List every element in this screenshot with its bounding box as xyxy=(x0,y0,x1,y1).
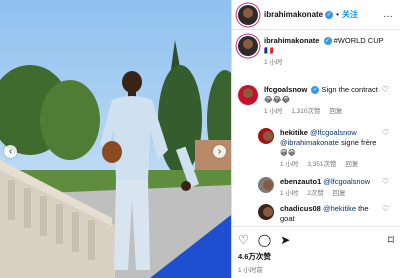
caption-username[interactable]: ibrahimakonate xyxy=(264,36,319,45)
send-icon[interactable]: ➤ xyxy=(280,233,290,247)
reply-mention[interactable]: @hekitike xyxy=(323,204,356,213)
comment-text: Sign the contract xyxy=(321,85,378,94)
verified-badge-icon: ✓ xyxy=(323,37,332,46)
action-bar: ♡ ◯ ➤ ⌑ xyxy=(232,227,400,247)
reply-button[interactable]: 回复 xyxy=(333,190,346,197)
comment-item: lfcgoalsnow ✓ Sign the contract 😂😂😂 1 小时… xyxy=(238,85,395,117)
reply-username[interactable]: chadicus08 xyxy=(280,204,321,213)
carousel-next-button[interactable]: › xyxy=(213,145,226,158)
heart-icon[interactable]: ♡ xyxy=(238,233,249,247)
reply-avatar[interactable] xyxy=(258,204,274,220)
reply-item: chadicus08 @hekitike the goat ♡ xyxy=(258,204,395,224)
reply-item: ebenzauto1 @lfcgoalsnow 1 小时 2次赞 回复 ♡ xyxy=(258,177,395,199)
post-time: 1 小时前 xyxy=(238,267,263,274)
header-separator: • xyxy=(336,10,339,19)
photo-illustration xyxy=(0,0,231,278)
reply-like-heart-icon[interactable]: ♡ xyxy=(382,177,389,186)
verified-badge-icon: ✓ xyxy=(311,86,320,95)
bookmark-icon[interactable]: ⌑ xyxy=(388,233,394,247)
commenter-avatar[interactable] xyxy=(238,85,258,105)
reply-text: signe frère xyxy=(341,138,377,147)
reply-time: 1 小时 xyxy=(280,161,299,168)
reply-username[interactable]: ebenzauto1 xyxy=(280,177,321,186)
more-options-icon[interactable]: … xyxy=(383,9,394,20)
post-header: ibrahimakonate ✓ • 关注 … xyxy=(232,0,400,30)
reply-emojis: 😁😁 xyxy=(280,148,296,157)
reply-likes[interactable]: 3,351次赞 xyxy=(307,161,336,168)
comment-icon[interactable]: ◯ xyxy=(258,233,271,247)
reply-avatar[interactable] xyxy=(258,177,274,193)
post-photo[interactable]: ‹ › xyxy=(0,0,231,278)
reply-mention[interactable]: @ibrahimakonate xyxy=(280,138,339,147)
comment-username[interactable]: lfcgoalsnow xyxy=(264,85,307,94)
reply-like-heart-icon[interactable]: ♡ xyxy=(382,204,389,213)
comment-emojis: 😂😂😂 xyxy=(264,95,291,104)
reply-username[interactable]: hekitike xyxy=(280,128,308,137)
caption-text: #WORLD CUP xyxy=(333,36,384,45)
post-footer: ♡ ◯ ➤ ⌑ 4.6万次赞 1 小时前 xyxy=(232,226,400,274)
reply-item: hekitike @lfcgoalsnow @ibrahimakonate si… xyxy=(258,128,395,170)
reply-mention[interactable]: @lfcgoalsnow xyxy=(310,128,357,137)
comment-time: 1 小时 xyxy=(264,108,283,115)
reply-mention[interactable]: @lfcgoalsnow xyxy=(323,177,370,186)
caption-time: 1 小时 xyxy=(264,59,283,66)
author-username[interactable]: ibrahimakonate xyxy=(264,10,323,19)
reply-button[interactable]: 回复 xyxy=(329,108,342,115)
caption-emoji: 🇫🇷 xyxy=(264,46,274,55)
carousel-prev-button[interactable]: ‹ xyxy=(4,145,17,158)
caption-avatar[interactable] xyxy=(238,36,258,56)
reply-like-heart-icon[interactable]: ♡ xyxy=(382,128,389,137)
reply-button[interactable]: 回复 xyxy=(345,161,358,168)
verified-badge-icon: ✓ xyxy=(325,10,334,19)
author-avatar[interactable] xyxy=(238,4,258,25)
post-caption: ibrahimakonate ✓ #WORLD CUP 🇫🇷 1 小时 xyxy=(238,36,384,68)
like-count[interactable]: 4.6万次赞 xyxy=(232,247,400,262)
comment-likes[interactable]: 1,310次赞 xyxy=(291,108,320,115)
reply-likes[interactable]: 2次赞 xyxy=(307,190,324,197)
comment-like-heart-icon[interactable]: ♡ xyxy=(382,85,389,94)
post-detail-panel: ibrahimakonate ✓ • 关注 … ibrahimakonate ✓… xyxy=(231,0,400,278)
follow-button[interactable]: 关注 xyxy=(342,9,358,20)
reply-time: 1 小时 xyxy=(280,190,299,197)
instagram-post: ‹ › ibrahimakonate ✓ • 关注 … ibrahimakona… xyxy=(0,0,400,278)
reply-avatar[interactable] xyxy=(258,128,274,144)
